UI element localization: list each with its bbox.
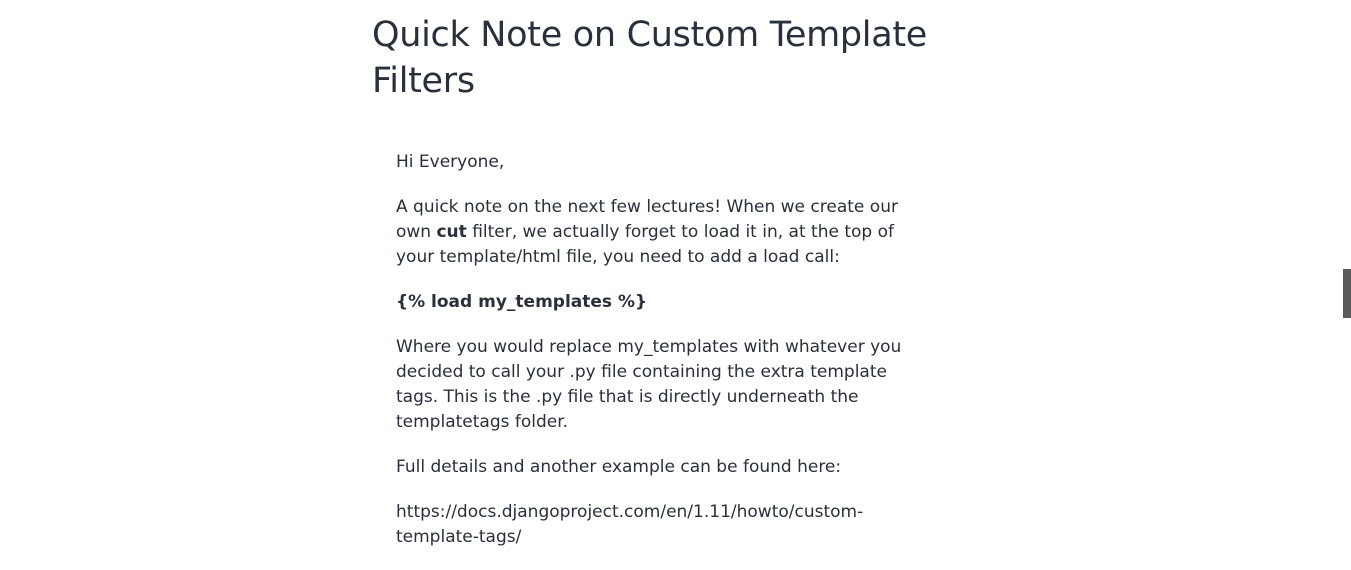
greeting-text: Hi Everyone, [396, 152, 505, 172]
intro-text-end: filter, we actually forget to load it in… [396, 222, 894, 267]
article-body: Hi Everyone, A quick note on the next fe… [396, 150, 906, 570]
code-paragraph: {% load my_templates %} [396, 290, 906, 315]
explanation-paragraph: Where you would replace my_templates wit… [396, 337, 902, 432]
lecture-title: Quick Note on Custom Template Filters [372, 15, 928, 101]
docs-link[interactable]: https://docs.djangoproject.com/en/1.11/h… [396, 500, 906, 550]
details-paragraph: Full details and another example can be … [396, 457, 842, 477]
scrollbar-thumb[interactable] [1343, 269, 1351, 318]
load-call-code: {% load my_templates %} [396, 292, 648, 312]
intro-paragraph: A quick note on the next few lectures! W… [396, 195, 906, 270]
cut-filter-name: cut [436, 222, 467, 242]
